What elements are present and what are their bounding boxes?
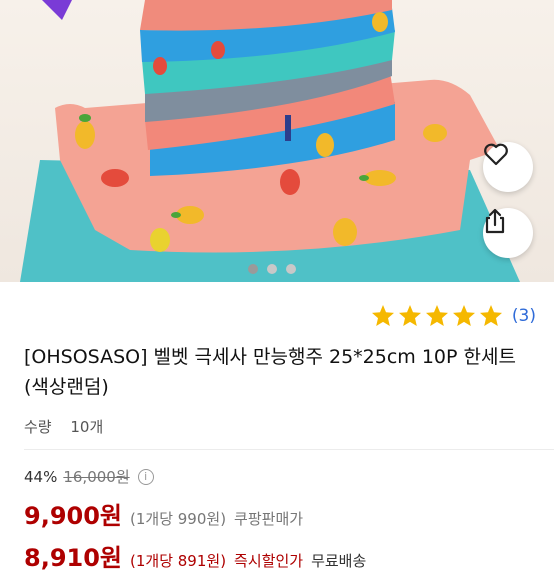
star-icon — [371, 305, 394, 326]
star-icon — [425, 305, 448, 326]
discount-row: 44% 16,000원 i — [24, 466, 154, 487]
sale-price: 9,900원 — [24, 502, 122, 530]
info-icon[interactable]: i — [137, 468, 154, 485]
heart-icon — [484, 143, 508, 166]
gallery-dot-3[interactable] — [286, 264, 296, 274]
instant-discount-label: 즉시할인가 — [234, 552, 304, 570]
product-image — [0, 0, 554, 282]
like-button[interactable] — [483, 142, 533, 192]
instant-discount-price: 8,910원 — [24, 544, 122, 572]
product-info: (3) [OHSOSASO] 벨벳 극세사 만능행주 25*25cm 10P 한… — [0, 282, 554, 572]
qty-value: 10개 — [70, 418, 104, 436]
share-icon — [485, 208, 505, 234]
share-button[interactable] — [483, 208, 533, 258]
gallery-dot-2[interactable] — [267, 264, 277, 274]
rating[interactable]: (3) — [371, 304, 536, 327]
gallery-dot-1[interactable] — [248, 264, 258, 274]
divider — [24, 449, 554, 450]
original-price: 16,000원 — [63, 468, 130, 486]
product-title: [OHSOSASO] 벨벳 극세사 만능행주 25*25cm 10P 한세트(색… — [24, 346, 516, 398]
unit-price-2: (1개당 891원) — [130, 552, 227, 570]
product-image-gallery[interactable] — [0, 0, 554, 282]
discount-percent: 44% — [24, 467, 58, 486]
price-row: 9,900원 (1개당 990원) 쿠팡판매가 — [24, 496, 303, 531]
gallery-pagination — [248, 264, 296, 274]
unit-price: (1개당 990원) — [130, 510, 227, 528]
shipping-label: 무료배송 — [311, 552, 367, 570]
quantity-info: 수량 10개 — [24, 416, 103, 437]
review-count[interactable]: (3) — [512, 306, 536, 326]
seller-price-label: 쿠팡판매가 — [234, 510, 304, 528]
qty-label: 수량 — [24, 418, 52, 436]
star-icon — [479, 305, 502, 326]
star-icon — [398, 305, 421, 326]
star-icon — [452, 305, 475, 326]
instant-discount-row: 8,910원 (1개당 891원) 즉시할인가 무료배송 — [24, 538, 366, 573]
